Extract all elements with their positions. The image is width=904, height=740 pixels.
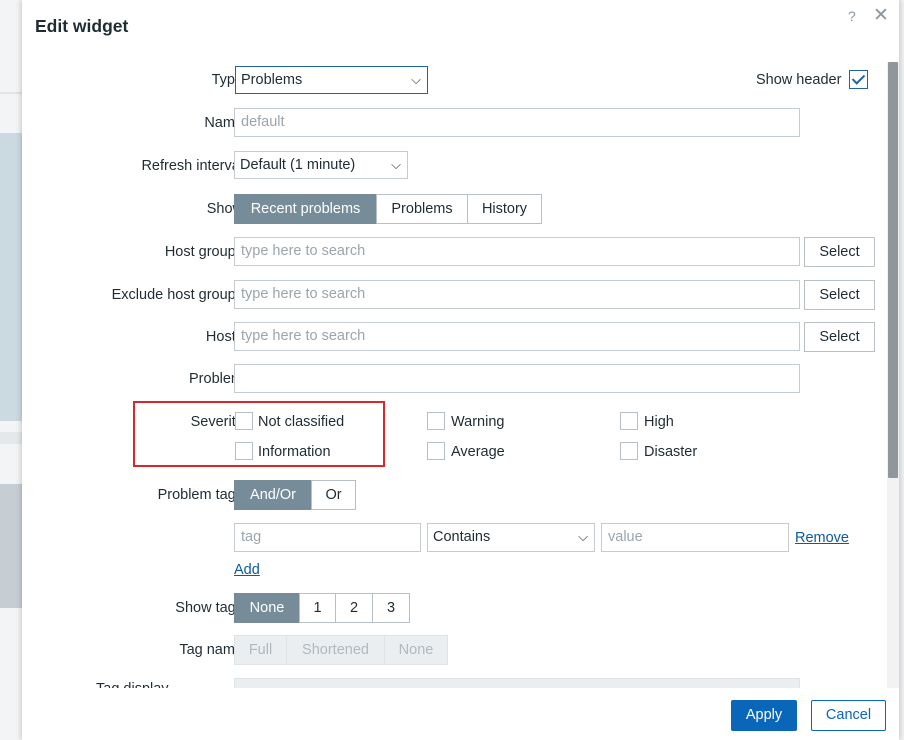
show-tags-2[interactable]: 2 bbox=[335, 593, 373, 623]
host-groups-select-button[interactable]: Select bbox=[804, 237, 875, 267]
problem-tags-and-or[interactable]: And/Or bbox=[234, 480, 312, 510]
severity-disaster-label: Disaster bbox=[644, 444, 698, 460]
hosts-select-button[interactable]: Select bbox=[804, 322, 875, 352]
refresh-interval-value: Default (1 minute) bbox=[240, 157, 356, 173]
show-tags-1[interactable]: 1 bbox=[299, 593, 336, 623]
severity-information-label: Information bbox=[258, 444, 331, 460]
problem-input[interactable] bbox=[234, 364, 800, 393]
tag-input[interactable]: tag bbox=[234, 523, 421, 552]
severity-high-label: High bbox=[644, 414, 674, 430]
refresh-interval-label: Refresh interval bbox=[141, 158, 243, 174]
problem-tags-or[interactable]: Or bbox=[311, 480, 356, 510]
show-tags-label: Show tags bbox=[175, 600, 243, 616]
severity-average-checkbox[interactable] bbox=[427, 442, 445, 460]
show-option-history[interactable]: History bbox=[467, 194, 542, 224]
severity-not-classified-checkbox[interactable] bbox=[235, 412, 253, 430]
apply-button[interactable]: Apply bbox=[731, 700, 797, 731]
chevron-down-icon: ⌵ bbox=[391, 157, 401, 172]
show-tags-3[interactable]: 3 bbox=[372, 593, 410, 623]
show-option-recent-problems[interactable]: Recent problems bbox=[234, 194, 377, 224]
tag-operator-select[interactable]: Contains ⌵ bbox=[427, 523, 595, 552]
exclude-host-groups-label: Exclude host groups bbox=[111, 287, 243, 303]
show-option-problems[interactable]: Problems bbox=[376, 194, 468, 224]
problem-tags-label: Problem tags bbox=[157, 487, 243, 503]
tag-name-shortened: Shortened bbox=[286, 635, 385, 665]
refresh-interval-select[interactable]: Default (1 minute) ⌵ bbox=[234, 151, 408, 179]
exclude-host-groups-input[interactable]: type here to search bbox=[234, 280, 800, 309]
chevron-down-icon: ⌵ bbox=[578, 529, 588, 544]
show-tags-segmented-control: None 1 2 3 bbox=[234, 593, 410, 623]
severity-information-checkbox[interactable] bbox=[235, 442, 253, 460]
show-header-checkbox[interactable] bbox=[849, 70, 868, 89]
dialog-title: Edit widget bbox=[35, 16, 129, 36]
show-segmented-control: Recent problems Problems History bbox=[234, 194, 542, 224]
background-edge bbox=[899, 0, 904, 740]
show-tags-none[interactable]: None bbox=[234, 593, 300, 623]
scrollbar-thumb[interactable] bbox=[888, 62, 898, 478]
exclude-host-groups-select-button[interactable]: Select bbox=[804, 280, 875, 310]
name-input[interactable]: default bbox=[234, 108, 800, 137]
type-select-value: Problems bbox=[241, 72, 303, 88]
severity-warning-checkbox[interactable] bbox=[427, 412, 445, 430]
severity-high-checkbox[interactable] bbox=[620, 412, 638, 430]
problem-tags-evaltype: And/Or Or bbox=[234, 480, 356, 510]
tag-name-segmented-control: Full Shortened None bbox=[234, 635, 448, 665]
host-groups-input[interactable]: type here to search bbox=[234, 237, 800, 266]
type-select[interactable]: Problems ⌵ bbox=[235, 66, 428, 94]
add-tag-link[interactable]: Add bbox=[234, 562, 260, 578]
help-icon[interactable]: ? bbox=[848, 8, 856, 24]
severity-average-label: Average bbox=[451, 444, 505, 460]
severity-not-classified-label: Not classified bbox=[258, 414, 345, 430]
hosts-input[interactable]: type here to search bbox=[234, 322, 800, 351]
tag-value-input[interactable]: value bbox=[601, 523, 789, 552]
show-header-label: Show header bbox=[756, 72, 842, 88]
host-groups-label: Host groups bbox=[164, 244, 243, 260]
close-icon[interactable]: ✕ bbox=[873, 4, 889, 27]
edit-widget-dialog: Edit widget ? ✕ Type Problems ⌵ Show hea… bbox=[22, 0, 899, 740]
cancel-button[interactable]: Cancel bbox=[811, 700, 886, 731]
severity-warning-label: Warning bbox=[451, 414, 505, 430]
tag-name-full: Full bbox=[234, 635, 287, 665]
chevron-down-icon: ⌵ bbox=[411, 72, 421, 87]
remove-tag-link[interactable]: Remove bbox=[795, 530, 849, 546]
tag-operator-value: Contains bbox=[433, 529, 491, 545]
severity-disaster-checkbox[interactable] bbox=[620, 442, 638, 460]
tag-name-none: None bbox=[384, 635, 448, 665]
